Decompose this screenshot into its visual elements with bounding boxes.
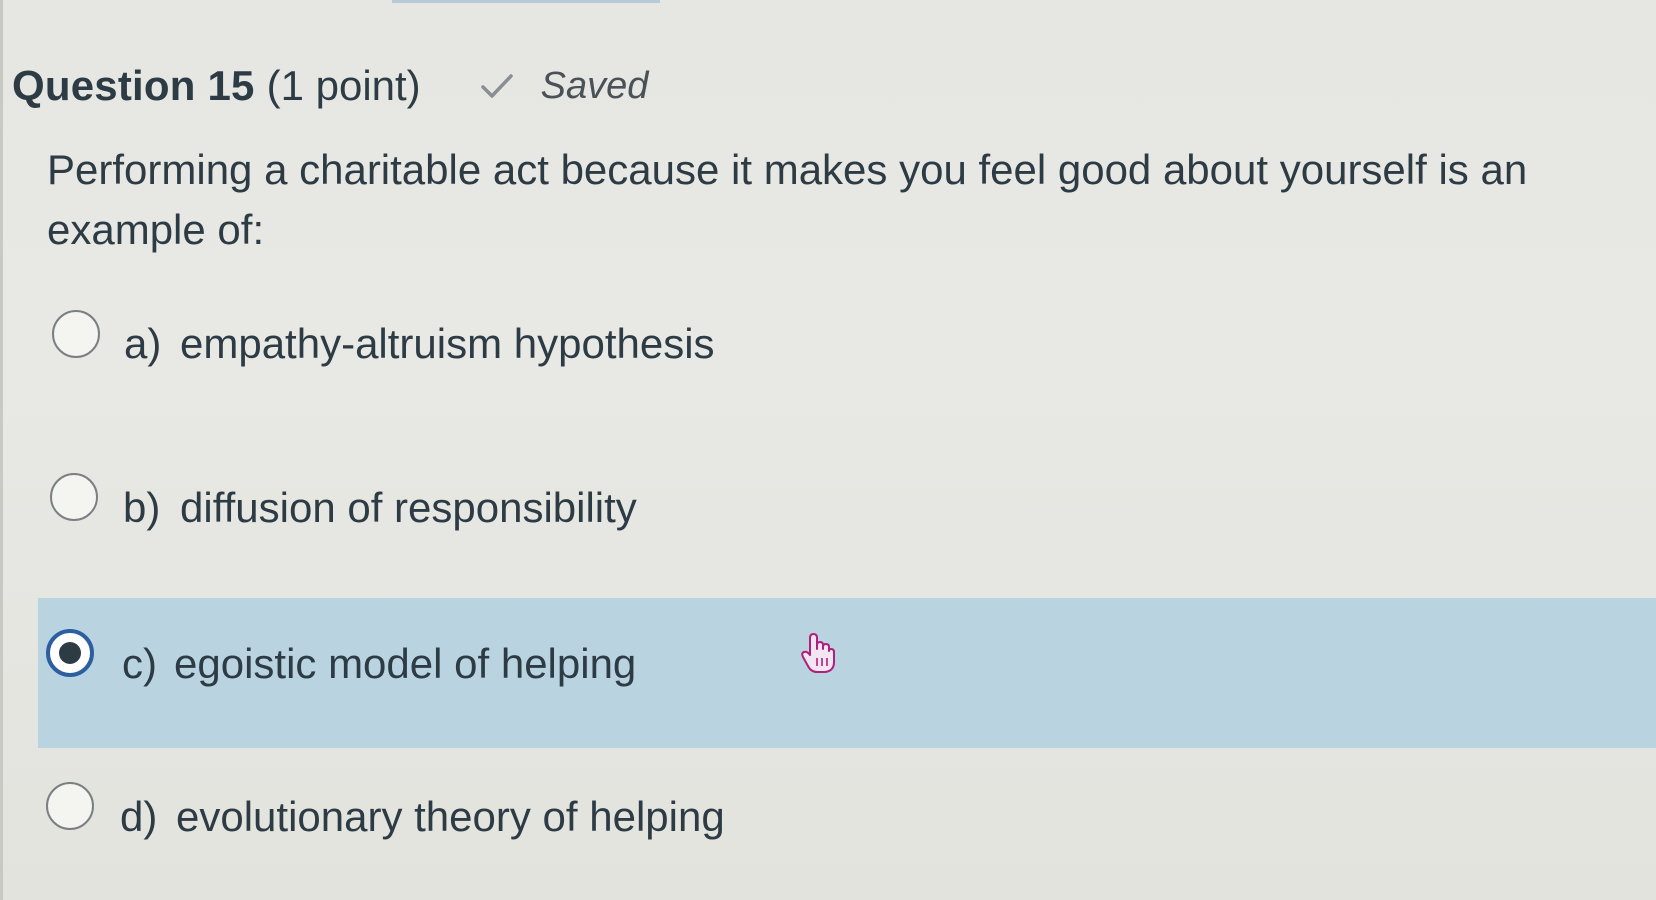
option-a-text: empathy-altruism hypothesis	[180, 320, 715, 367]
option-c[interactable]: c) egoistic model of helping	[38, 598, 1656, 748]
option-d-text: evolutionary theory of helping	[176, 793, 725, 840]
quiz-page: Question 15 (1 point) Saved Performing a…	[0, 0, 1656, 900]
option-c-text: egoistic model of helping	[174, 640, 637, 687]
option-c-letter: c)	[122, 640, 157, 687]
option-b-letter: b)	[123, 484, 161, 531]
hand-pointer-icon	[800, 632, 836, 674]
option-b[interactable]: b) diffusion of responsibility	[38, 420, 1656, 570]
option-d-letter: d)	[120, 793, 158, 840]
radio-option-d[interactable]	[46, 782, 94, 830]
radio-option-b[interactable]	[50, 473, 98, 521]
option-a-letter: a)	[124, 320, 162, 367]
option-b-text: diffusion of responsibility	[180, 484, 637, 531]
radio-option-c[interactable]	[46, 629, 94, 677]
option-a[interactable]: a) empathy-altruism hypothesis	[38, 270, 1656, 420]
answer-options: a) empathy-altruism hypothesis b) diffus…	[0, 0, 1656, 900]
option-d[interactable]: d) evolutionary theory of helping	[38, 748, 1656, 898]
radio-option-a[interactable]	[52, 310, 100, 358]
